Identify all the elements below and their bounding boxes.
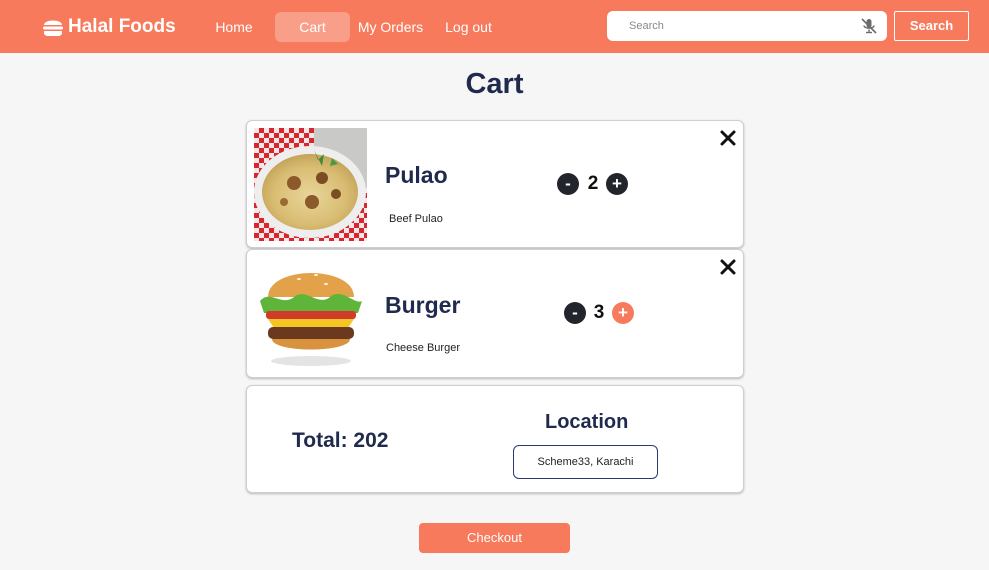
- burger-icon: [42, 16, 64, 38]
- item-description: Cheese Burger: [386, 342, 460, 354]
- quantity-value: 2: [587, 173, 599, 194]
- increase-quantity-button[interactable]: +: [612, 302, 634, 324]
- location-input[interactable]: [513, 445, 658, 479]
- increase-quantity-button[interactable]: +: [606, 173, 628, 195]
- quantity-value: 3: [593, 302, 605, 323]
- search-input[interactable]: [607, 11, 862, 41]
- order-summary: Total: 202 Location: [246, 385, 744, 493]
- close-icon[interactable]: [719, 129, 737, 147]
- page-title: Cart: [465, 68, 524, 100]
- brand-name: Halal Foods: [68, 16, 176, 37]
- nav-link-my-orders[interactable]: My Orders: [357, 12, 424, 42]
- pulao-photo: [254, 128, 367, 241]
- checkout-button[interactable]: Checkout: [419, 523, 570, 553]
- cart-item: Pulao Beef Pulao - 2 +: [246, 120, 744, 248]
- item-description: Beef Pulao: [389, 213, 443, 225]
- decrease-quantity-button[interactable]: -: [564, 302, 586, 324]
- location-heading: Location: [545, 411, 629, 433]
- total-amount: Total: 202: [292, 429, 389, 452]
- nav-link-home[interactable]: Home: [210, 12, 258, 42]
- item-name: Pulao: [385, 162, 448, 188]
- item-name: Burger: [385, 292, 461, 318]
- burger-photo: [254, 257, 367, 370]
- navbar: Halal Foods Home Cart My Orders Log out …: [0, 0, 989, 53]
- close-icon[interactable]: [719, 258, 737, 276]
- decrease-quantity-button[interactable]: -: [557, 173, 579, 195]
- nav-link-logout[interactable]: Log out: [441, 12, 496, 42]
- nav-link-cart[interactable]: Cart: [275, 12, 350, 42]
- cart-item: Burger Cheese Burger - 3 +: [246, 249, 744, 378]
- search-button[interactable]: Search: [894, 11, 969, 41]
- search-bar: [607, 11, 887, 41]
- brand-logo[interactable]: Halal Foods: [42, 14, 176, 40]
- mic-muted-icon[interactable]: [860, 17, 878, 35]
